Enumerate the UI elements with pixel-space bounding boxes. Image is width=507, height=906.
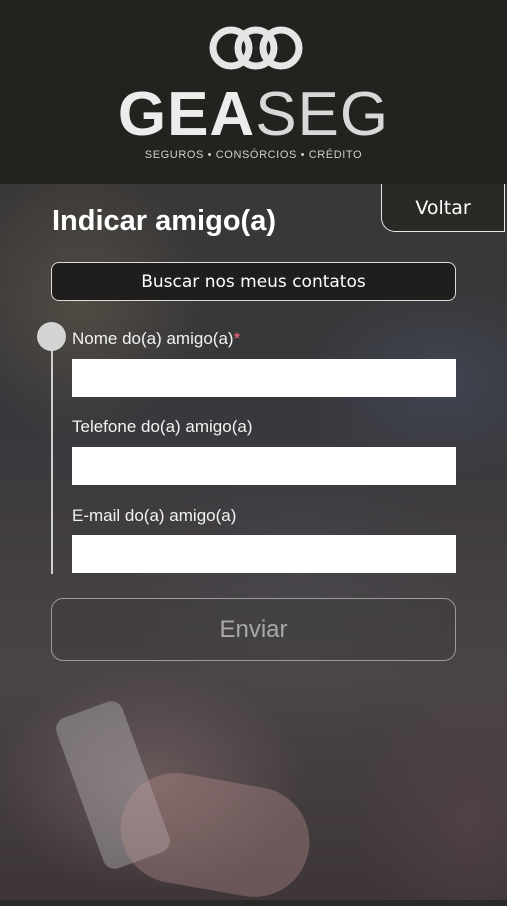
required-mark: * — [233, 329, 241, 348]
search-contacts-button[interactable]: Buscar nos meus contatos — [51, 262, 456, 301]
brand-tagline: SEGUROS • CONSÓRCIOS • CRÉDITO — [144, 149, 363, 161]
name-field-label: Nome do(a) amigo(a)* — [72, 329, 240, 349]
phone-field-label: Telefone do(a) amigo(a) — [72, 417, 253, 436]
email-field-label: E-mail do(a) amigo(a) — [72, 506, 237, 525]
friend-email-input[interactable] — [72, 535, 456, 573]
friend-phone-input[interactable] — [72, 447, 456, 485]
form-timeline-line — [51, 336, 53, 574]
page-title: Indicar amigo(a) — [52, 205, 276, 237]
name-field-label-text: Nome do(a) amigo(a) — [72, 329, 234, 348]
send-button[interactable]: Enviar — [51, 598, 456, 661]
logo-rings-icon — [209, 26, 303, 70]
form-timeline-dot — [37, 322, 66, 351]
friend-name-input[interactable] — [72, 359, 456, 397]
brand-logo-light: SEG — [255, 80, 390, 149]
brand-logo: GEASEG — [0, 82, 507, 148]
app-header: GEASEG SEGUROS • CONSÓRCIOS • CRÉDITO — [0, 0, 507, 184]
back-button[interactable]: Voltar — [381, 184, 505, 232]
brand-logo-bold: GEA — [117, 80, 256, 149]
